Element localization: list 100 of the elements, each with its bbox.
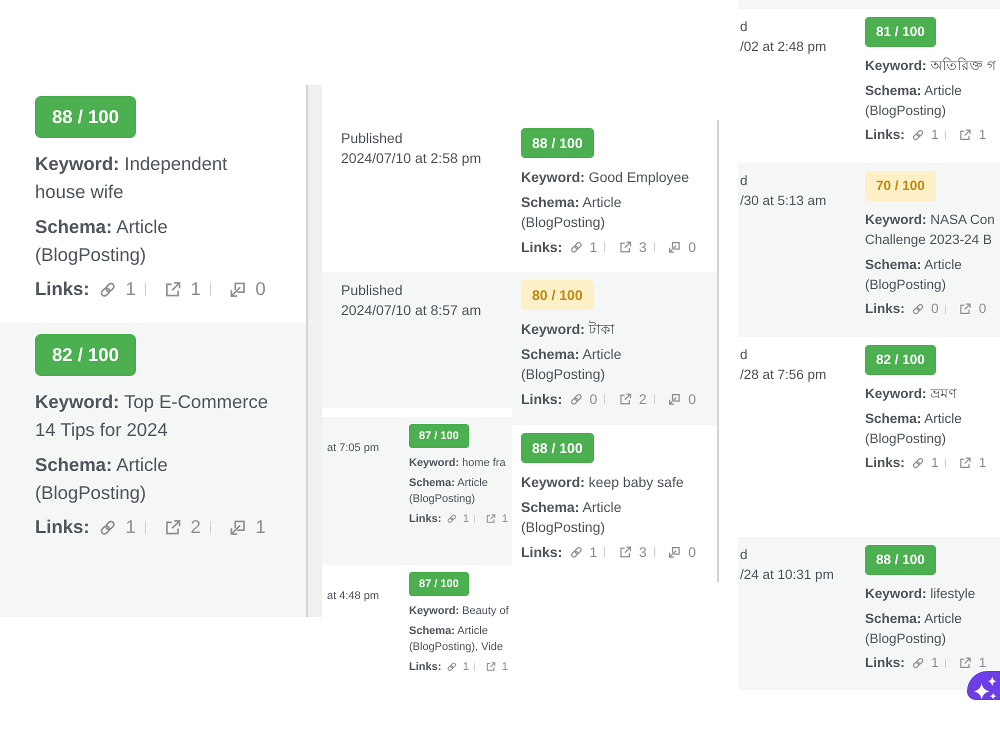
links-label: Links: [521,238,562,258]
keyword-text: Keyword: keep baby safe [521,473,685,492]
chain-link-icon [446,513,458,525]
box-arrow-out-icon [958,656,973,671]
keyword-text: Keyword: Good Employee [521,168,690,188]
chain-link-icon [910,656,925,671]
chain-link-icon [568,544,584,560]
keyword-text: Keyword: NASA Con Challenge 2023-24 B [865,210,996,249]
link-count: 1 [462,660,469,676]
link-count: 0 [978,300,986,318]
box-arrow-in-icon [228,518,248,538]
box-arrow-out-icon [958,456,973,471]
post-status: d [740,18,749,36]
link-count: 1 [190,277,201,302]
box-arrow-out-icon [618,544,633,560]
keyword-text: Keyword: home fra [409,456,507,472]
links-label: Links: [865,654,905,672]
links-label: Links: [521,543,562,562]
chain-link-icon [98,280,118,300]
chain-link-icon [446,661,458,673]
seo-score-badge: 88 / 100 [865,545,936,575]
links-label: Links: [409,512,442,528]
link-count: 1 [462,512,469,528]
keyword-text: Keyword: টাকা [521,320,616,340]
link-count: 3 [638,543,647,562]
box-arrow-in-icon [667,240,682,254]
keyword-text: Keyword: Independent house wife [35,152,228,204]
links-label: Links: [35,277,90,302]
box-arrow-out-icon [958,302,973,317]
schema-text: Schema: Article (BlogPosting) [521,193,622,232]
links-label: Links: [865,454,905,472]
box-arrow-in-icon [228,280,248,300]
post-status: d [740,346,749,364]
box-arrow-out-icon [618,392,633,406]
seo-score-badge: 80 / 100 [521,280,594,310]
schema-text: Schema: Article (BlogPosting) [865,610,963,648]
schema-text: Schema: Article (BlogPosting) [521,498,622,538]
schema-text: Schema: Article (BlogPosting) [865,410,963,448]
seo-score-badge: 88 / 100 [521,433,594,463]
keyword-text: Keyword: অতিরিক্ত গ [865,56,998,75]
post-date: /30 at 5:13 am [740,192,828,210]
post-date: /02 at 2:48 pm [740,38,828,56]
link-count: 1 [590,238,598,258]
post-status: Published [341,129,404,148]
link-count: 1 [978,654,986,672]
keyword-text: Keyword: Beauty of [409,604,510,620]
box-arrow-in-icon [667,544,682,560]
link-count: 3 [638,238,647,258]
post-status: d [740,546,749,564]
links-label: Links: [409,660,442,676]
box-arrow-out-icon [485,661,497,673]
chain-link-icon [98,518,118,538]
post-status: Published [341,281,404,300]
link-count: 1 [502,512,508,528]
link-count: 0 [255,277,266,302]
link-count: 1 [502,660,508,676]
link-count: 1 [931,654,939,672]
schema-text: Schema: Article (BlogPosting) [865,82,963,120]
post-date: at 4:48 pm [327,589,380,604]
post-date: at 7:05 pm [327,441,380,456]
box-arrow-out-icon [618,240,633,254]
link-count: 0 [688,543,696,562]
box-arrow-in-icon [667,392,682,406]
seo-score-badge: 88 / 100 [35,96,136,138]
link-count: 0 [590,390,598,410]
post-status: d [740,172,749,190]
post-date: /24 at 10:31 pm [740,566,835,584]
box-arrow-out-icon [485,513,497,525]
box-arrow-out-icon [958,128,973,143]
chain-link-icon [910,302,925,317]
seo-score-badge: 82 / 100 [35,334,136,376]
chain-link-icon [910,456,925,471]
link-count: 1 [931,454,939,472]
links-label: Links: [865,300,905,318]
chain-link-icon [910,128,925,143]
keyword-text: Keyword: lifestyle [865,584,976,603]
post-date: 2024/07/10 at 8:57 am [341,301,482,320]
link-count: 1 [931,126,939,144]
schema-text: Schema: Article (BlogPosting) [865,256,963,294]
link-count: 0 [688,238,696,258]
link-count: 1 [255,515,266,540]
seo-score-badge: 81 / 100 [865,17,936,47]
link-count: 2 [190,515,201,540]
keyword-text: Keyword: ভ্রমণ [865,384,958,403]
keyword-text: Keyword: Top E-Commerce 14 Tips for 2024 [35,390,270,442]
seo-score-badge: 88 / 100 [521,128,594,158]
link-count: 0 [688,390,696,410]
links-label: Links: [865,126,905,144]
links-label: Links: [35,515,90,540]
chain-link-icon [568,240,584,254]
link-count: 1 [126,277,136,302]
link-count: 1 [126,515,136,540]
schema-text: Schema: Article (BlogPosting), Vide [409,624,504,656]
link-count: 2 [638,390,647,410]
link-count: 0 [931,300,939,318]
seo-score-badge: 87 / 100 [409,572,469,596]
sparkle-icon [973,676,997,700]
schema-text: Schema: Article (BlogPosting) [35,214,169,267]
seo-score-badge: 70 / 100 [865,171,936,201]
post-date: 2024/07/10 at 2:58 pm [341,149,482,168]
